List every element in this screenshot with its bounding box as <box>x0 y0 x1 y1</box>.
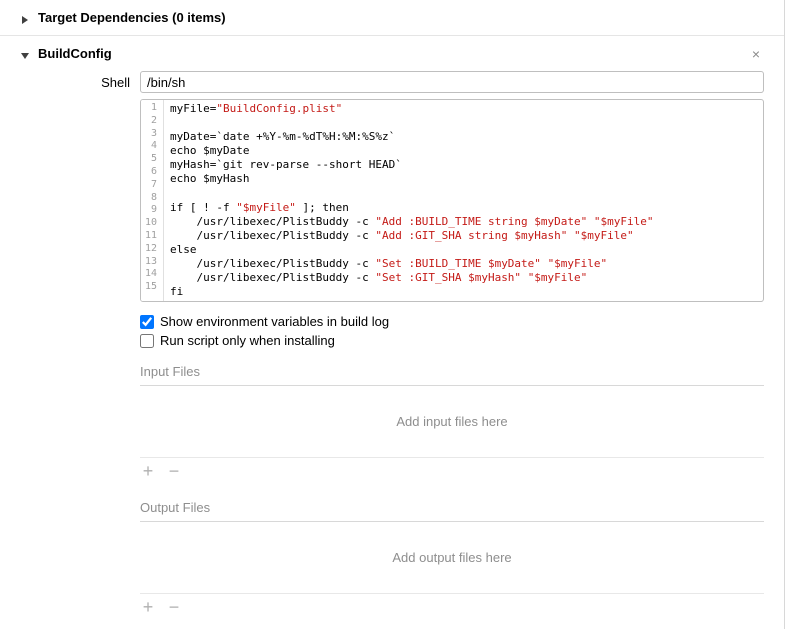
phase-buildconfig: BuildConfig × Shell 1 2 3 4 5 6 7 8 9 10… <box>0 36 784 629</box>
plus-icon[interactable]: + <box>140 462 156 480</box>
show-env-checkbox[interactable] <box>140 315 154 329</box>
phase-title: Target Dependencies (0 items) <box>38 10 226 25</box>
minus-icon[interactable]: − <box>166 598 182 616</box>
disclosure-down-icon <box>20 49 30 59</box>
input-files-dropzone[interactable]: Add input files here <box>140 385 764 458</box>
install-only-checkbox[interactable] <box>140 334 154 348</box>
phase-target-dependencies: Target Dependencies (0 items) <box>0 0 784 36</box>
phase-title: BuildConfig <box>38 46 112 61</box>
shell-label: Shell <box>84 75 140 90</box>
line-gutter: 1 2 3 4 5 6 7 8 9 10 11 12 13 14 15 <box>141 100 164 301</box>
shell-row: Shell <box>140 71 764 93</box>
output-files-buttons: + − <box>140 594 764 622</box>
install-only-row[interactable]: Run script only when installing <box>140 331 764 350</box>
output-files-heading: Output Files <box>140 486 764 521</box>
minus-icon[interactable]: − <box>166 462 182 480</box>
close-icon[interactable]: × <box>748 46 764 62</box>
install-only-label: Run script only when installing <box>160 333 335 348</box>
shell-input[interactable] <box>140 71 764 93</box>
output-files-dropzone[interactable]: Add output files here <box>140 521 764 594</box>
phase-header-dependencies[interactable]: Target Dependencies (0 items) <box>20 0 764 35</box>
script-editor[interactable]: 1 2 3 4 5 6 7 8 9 10 11 12 13 14 15 myFi… <box>140 99 764 302</box>
plus-icon[interactable]: + <box>140 598 156 616</box>
script-code[interactable]: myFile="BuildConfig.plist" myDate=`date … <box>164 100 763 301</box>
input-files-heading: Input Files <box>140 350 764 385</box>
show-env-label: Show environment variables in build log <box>160 314 389 329</box>
show-env-row[interactable]: Show environment variables in build log <box>140 312 764 331</box>
phase-header-buildconfig[interactable]: BuildConfig × <box>20 36 764 71</box>
disclosure-right-icon <box>20 13 30 23</box>
input-files-buttons: + − <box>140 458 764 486</box>
